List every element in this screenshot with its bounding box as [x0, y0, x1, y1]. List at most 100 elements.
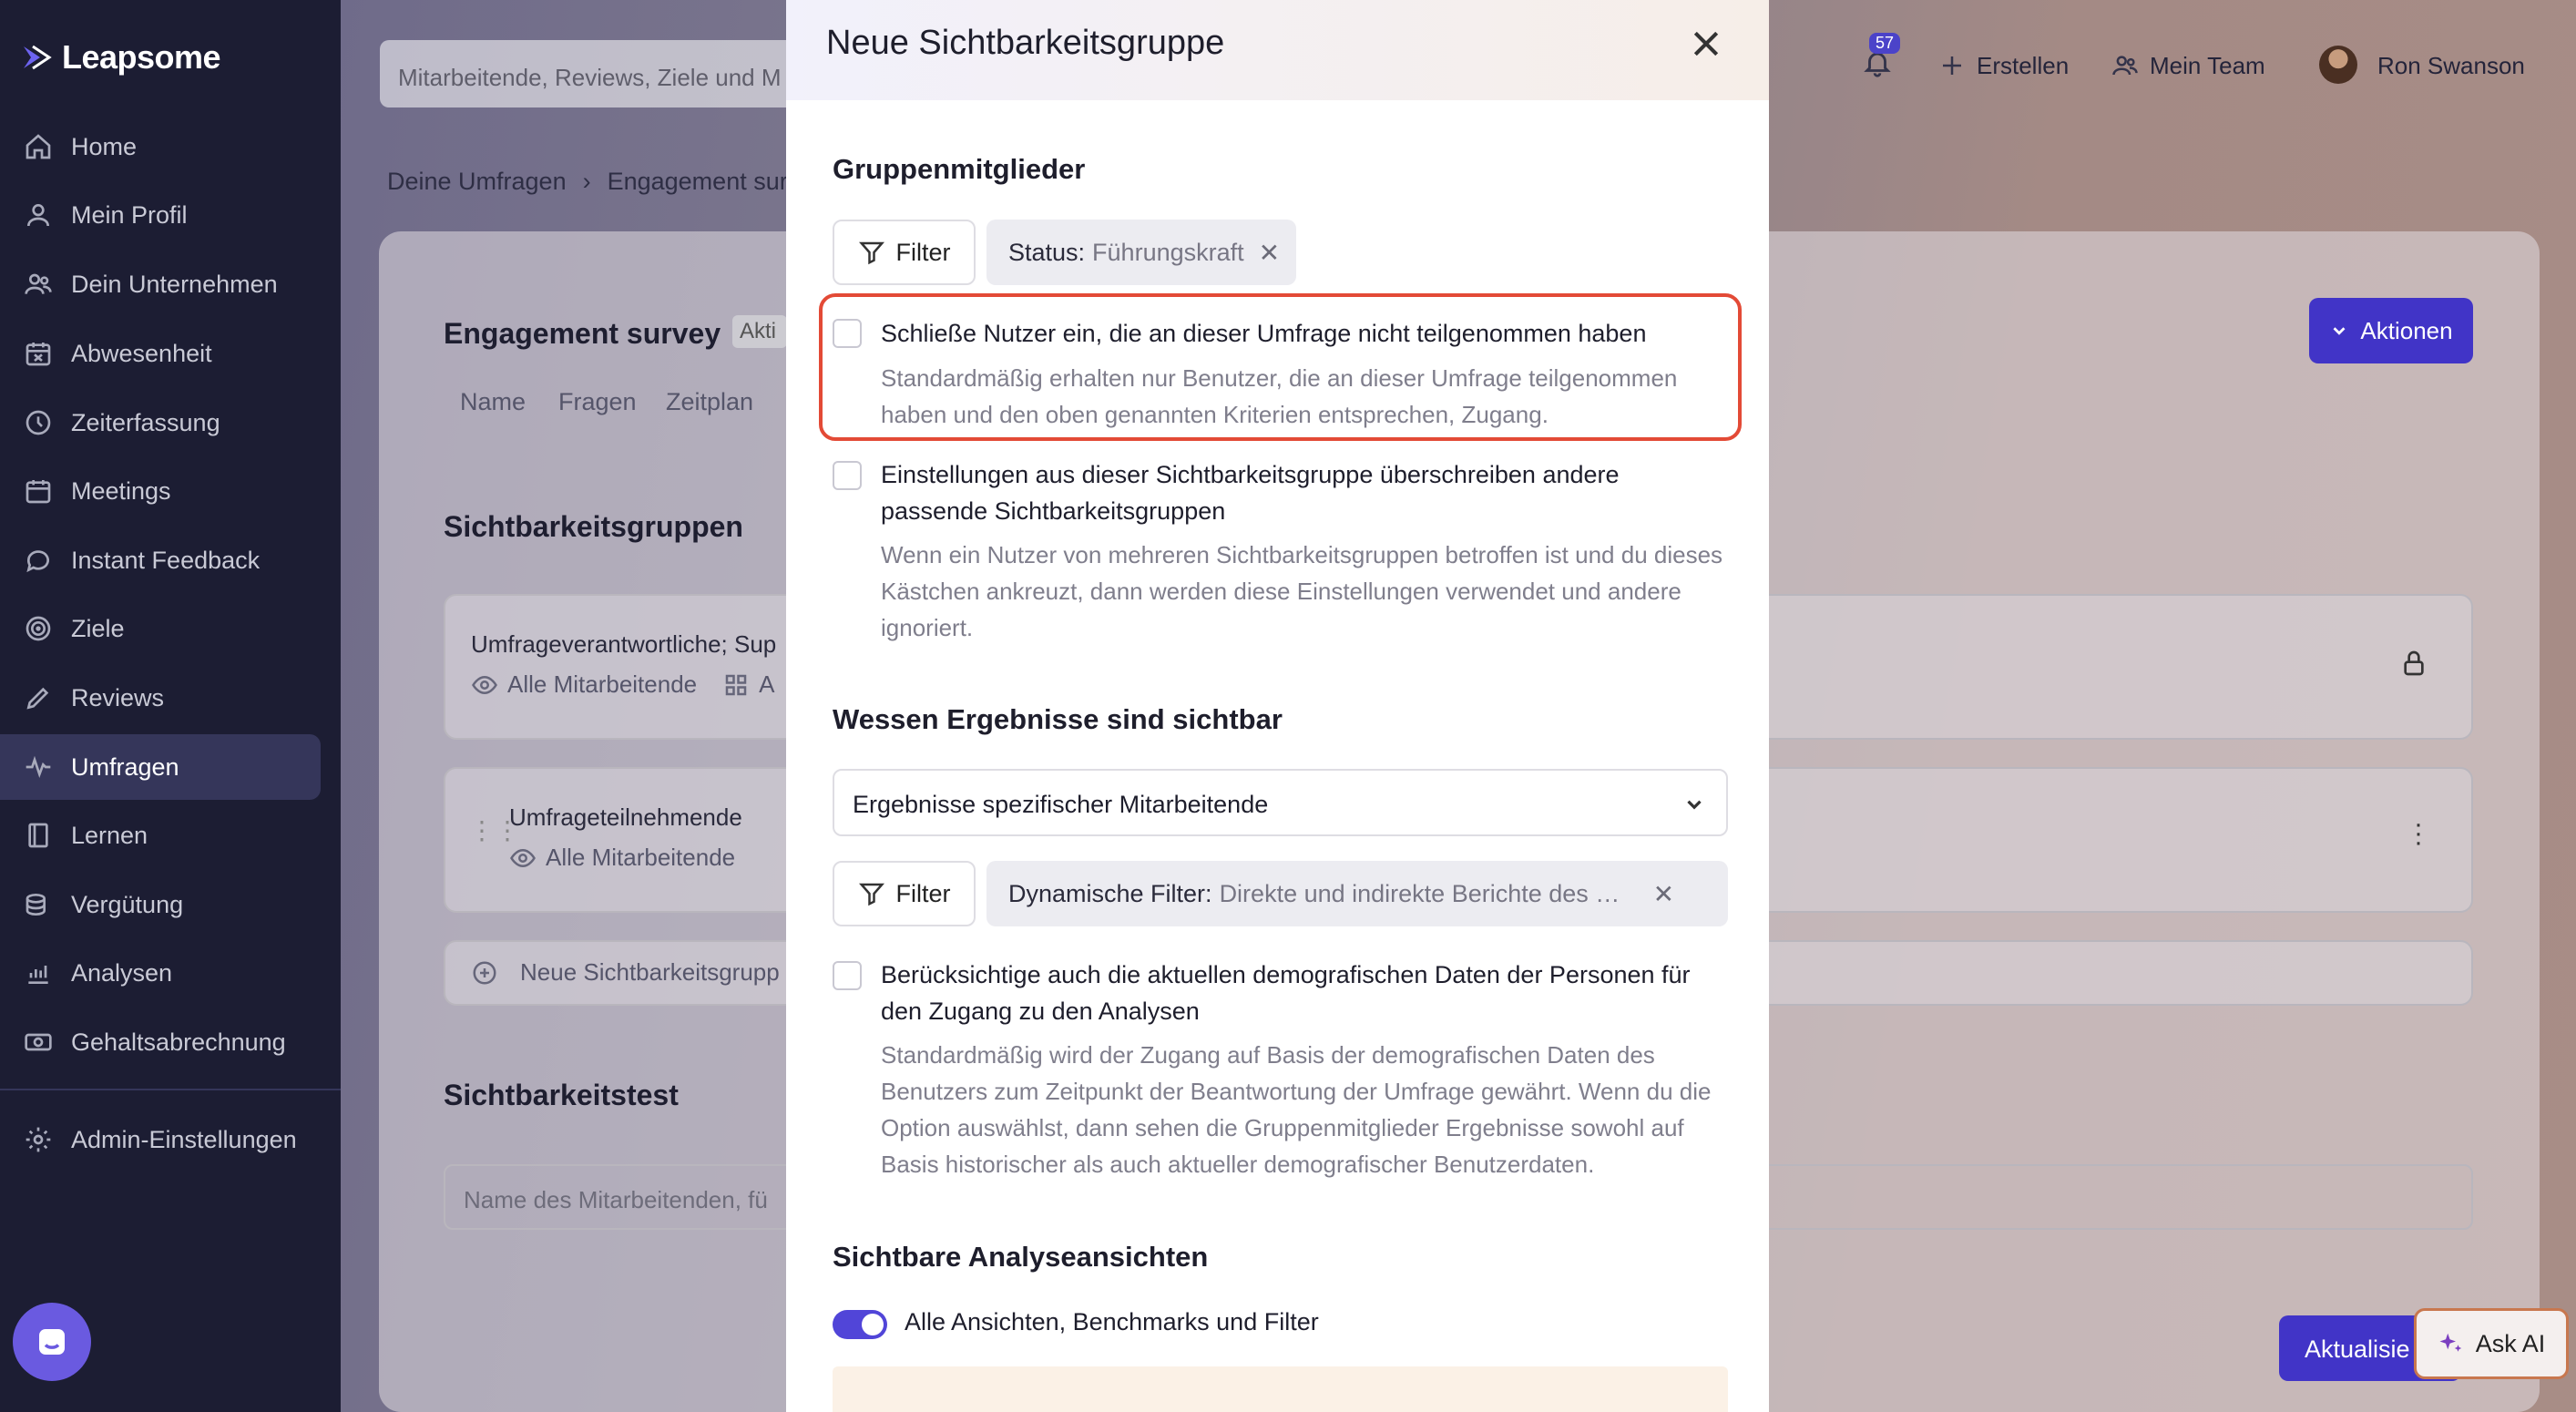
plus-circle-icon — [473, 961, 496, 984]
sidebar-item-lernen[interactable]: Lernen — [0, 803, 321, 868]
filter-label: Filter — [895, 879, 951, 907]
tab-zeitplan[interactable]: Zeitplan — [666, 388, 753, 416]
sidebar-item-label: Dein Unternehmen — [71, 270, 278, 298]
override-settings-checkbox[interactable] — [833, 461, 862, 490]
tab-name[interactable]: Name — [460, 388, 526, 416]
sidebar-item-verguetung[interactable]: Vergütung — [0, 872, 321, 937]
members-filter-button[interactable]: Filter — [833, 220, 976, 285]
sidebar-item-instant-feedback[interactable]: Instant Feedback — [0, 527, 321, 593]
sidebar-item-dein-unternehmen[interactable]: Dein Unternehmen — [0, 251, 321, 317]
breadcrumb-current: Engagement sur — [607, 168, 788, 195]
user-avatar[interactable] — [2319, 46, 2357, 84]
chart-icon — [28, 966, 48, 984]
modal-title: Neue Sichtbarkeitsgruppe — [826, 24, 1225, 62]
book-icon — [28, 823, 48, 848]
sidebar-item-reviews[interactable]: Reviews — [0, 665, 321, 731]
more-options-icon[interactable]: · · · — [2414, 811, 2423, 856]
grid-icon — [725, 674, 747, 695]
actions-label: Aktionen — [2360, 316, 2453, 344]
sparkle-icon — [2439, 1333, 2461, 1352]
survey-title: Engagement survey — [444, 317, 721, 350]
current-demographics-label: Berücksichtige auch die aktuellen demogr… — [881, 961, 1691, 1025]
visibility-test-heading: Sichtbarkeitstest — [444, 1079, 679, 1111]
sidebar-item-analysen[interactable]: Analysen — [0, 940, 321, 1006]
sidebar-item-ziele[interactable]: Ziele — [0, 596, 321, 661]
chat-bubble-icon — [39, 1329, 65, 1355]
all-views-toggle[interactable] — [833, 1310, 887, 1339]
sidebar-item-label: Ziele — [71, 614, 125, 642]
sidebar-item-umfragen[interactable]: Umfragen — [0, 734, 321, 800]
gear-icon — [26, 1127, 51, 1152]
group-scope-label: Alle Mitarbeitende — [546, 844, 736, 871]
sidebar-item-meetings[interactable]: Meetings — [0, 458, 321, 524]
banknote-icon — [25, 1033, 52, 1051]
close-button[interactable] — [1688, 26, 1724, 62]
info-box — [833, 1366, 1728, 1412]
override-settings-help: Wenn ein Nutzer von mehreren Sichtbarkei… — [881, 541, 1723, 641]
create-button[interactable]: Erstellen — [1938, 47, 2069, 84]
sidebar-item-label: Lernen — [71, 821, 148, 849]
plus-icon — [1943, 56, 1961, 75]
sidebar-item-label: Zeiterfassung — [71, 408, 220, 436]
sidebar-item-label: Reviews — [71, 683, 165, 711]
chevron-down-icon — [2333, 327, 2346, 335]
chat-icon — [26, 550, 49, 573]
sidebar-divider — [0, 1089, 341, 1090]
sidebar-item-gehaltsabrechnung[interactable]: Gehaltsabrechnung — [0, 1009, 321, 1075]
remove-chip-icon[interactable]: ✕ — [1653, 879, 1674, 909]
sidebar-item-label: Home — [71, 132, 138, 160]
logo-text: Leapsome — [62, 38, 221, 76]
survey-status-badge: Akti — [732, 315, 787, 348]
eye-icon — [510, 848, 536, 867]
results-scope-select[interactable]: Ergebnisse spezifischer Mitarbeitende — [833, 769, 1728, 836]
sidebar-item-label: Gehaltsabrechnung — [71, 1028, 286, 1056]
include-non-participants-checkbox[interactable] — [833, 319, 862, 348]
ask-ai-button[interactable]: Ask AI — [2414, 1308, 2569, 1379]
breadcrumb-separator: › — [582, 168, 591, 195]
dynamic-filter-chip[interactable]: Dynamische Filter: Direkte und indirekte… — [986, 861, 1728, 926]
clock-icon — [26, 410, 51, 435]
team-icon — [2112, 56, 2138, 76]
my-team-button[interactable]: Mein Team — [2111, 47, 2265, 84]
home-icon — [26, 134, 51, 159]
notification-count-badge: 57 — [1869, 33, 1901, 54]
sidebar: Leapsome Home Mein Profil Dein Unternehm… — [0, 0, 341, 1412]
breadcrumb-root-link[interactable]: Deine Umfragen — [387, 168, 567, 196]
new-group-row: Neue Sichtbarkeitsgrupp — [471, 958, 780, 987]
coins-icon — [26, 894, 46, 916]
user-name[interactable]: Ron Swanson — [2377, 47, 2525, 84]
actions-button[interactable]: Aktionen — [2309, 298, 2473, 363]
create-label: Erstellen — [1977, 51, 2070, 79]
remove-chip-icon[interactable]: ✕ — [1259, 238, 1280, 268]
chip-value: Direkte und indirekte Berichte des Grup.… — [1219, 879, 1639, 907]
eye-icon — [472, 675, 497, 694]
chip-key: Dynamische Filter: — [1008, 879, 1212, 907]
sidebar-item-zeiterfassung[interactable]: Zeiterfassung — [0, 390, 321, 455]
results-filter-button[interactable]: Filter — [833, 861, 976, 926]
visibility-groups-heading: Sichtbarkeitsgruppen — [444, 510, 743, 543]
sidebar-item-label: Mein Profil — [71, 200, 188, 229]
group-scope-label: Alle Mitarbeitende — [507, 670, 698, 698]
filter-icon — [858, 883, 884, 906]
status-filter-chip[interactable]: Status: Führungskraft ✕ — [986, 220, 1296, 285]
chip-key: Status: — [1008, 238, 1086, 266]
include-non-participants-help: Standardmäßig erhalten nur Benutzer, die… — [881, 364, 1678, 428]
sidebar-item-label: Abwesenheit — [71, 339, 212, 367]
my-team-label: Mein Team — [2150, 51, 2265, 79]
tab-fragen[interactable]: Fragen — [558, 388, 637, 416]
calendar-icon — [26, 480, 51, 504]
users-icon — [25, 273, 52, 294]
sidebar-item-label: Vergütung — [71, 890, 184, 918]
support-chat-button[interactable] — [13, 1303, 91, 1381]
target-icon — [26, 616, 51, 641]
sidebar-item-home[interactable]: Home — [0, 114, 321, 179]
results-visibility-heading: Wessen Ergebnisse sind sichtbar — [833, 703, 1283, 735]
sidebar-item-abwesenheit[interactable]: Abwesenheit — [0, 321, 321, 386]
chip-value: Führungskraft — [1092, 238, 1244, 266]
group-title: Umfrageteilnehmende — [509, 803, 742, 831]
app-logo[interactable]: Leapsome — [20, 38, 221, 77]
sidebar-item-mein-profil[interactable]: Mein Profil — [0, 182, 321, 248]
current-demographics-checkbox[interactable] — [833, 961, 862, 990]
sidebar-item-admin-einstellungen[interactable]: Admin-Einstellungen — [0, 1107, 321, 1172]
global-search-input[interactable]: Mitarbeitende, Reviews, Ziele und M — [380, 40, 817, 107]
